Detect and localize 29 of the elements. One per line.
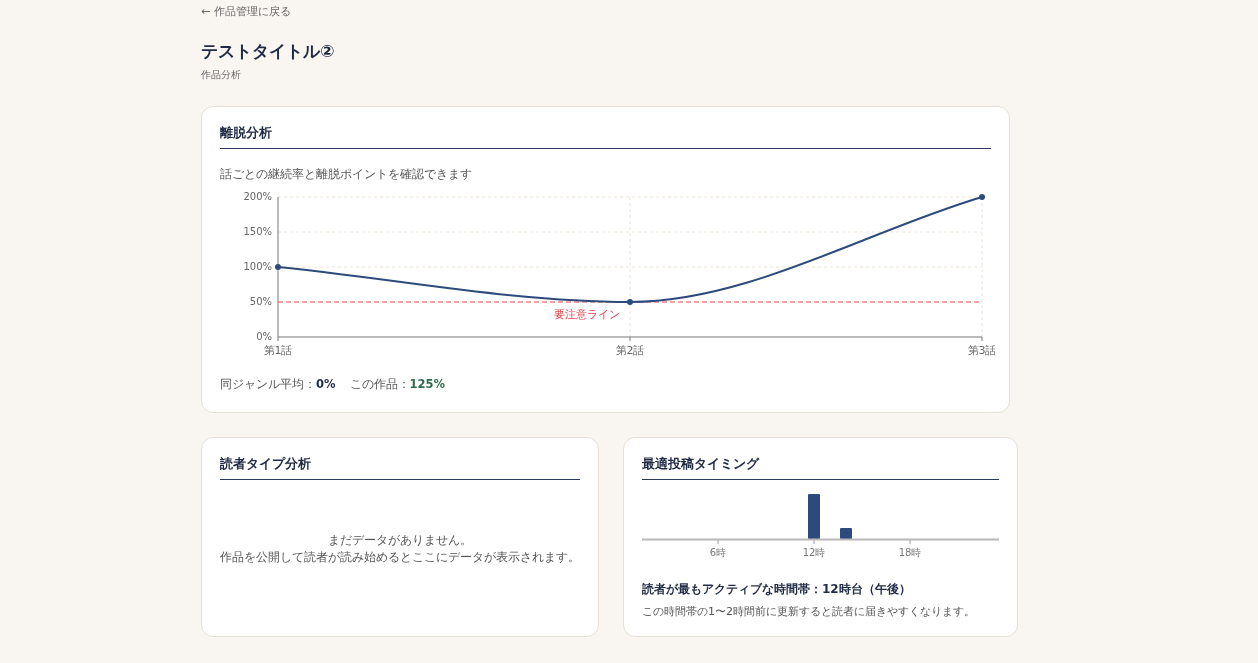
data-point <box>979 194 985 201</box>
bar <box>840 528 852 540</box>
card-heading: 読者タイプ分析 <box>220 455 580 481</box>
data-point <box>275 264 281 271</box>
posting-hint: この時間帯の1〜2時間前に更新すると読者に届きやすくなります。 <box>642 604 976 621</box>
empty-message: まだデータがありません。 <box>327 531 473 549</box>
y-tick-label: 100% <box>243 261 272 273</box>
stat-text: この作品：125% <box>349 377 446 392</box>
x-tick-label: 18時 <box>898 547 922 559</box>
empty-message: 作品を公開して読者が読み始めるとここにデータが表示されます。 <box>220 549 580 567</box>
y-tick-label: 200% <box>243 191 272 203</box>
card-description: 話ごとの継続率と離脱ポイントを確認できます <box>220 166 473 184</box>
bar <box>808 494 820 540</box>
x-tick-label: 第2話 <box>615 344 645 358</box>
page-subtitle: 作品分析 <box>201 67 242 82</box>
page-title: テストタイトル② <box>201 40 336 61</box>
threshold-label: 要注意ライン <box>554 308 620 322</box>
card-heading: 最適投稿タイミング <box>642 455 999 481</box>
data-point <box>627 299 633 306</box>
x-tick-label: 第1話 <box>263 344 293 358</box>
x-tick-label: 6時 <box>709 547 727 559</box>
y-tick-label: 0% <box>256 331 272 343</box>
y-tick-label: 50% <box>249 296 272 308</box>
card-heading: 離脱分析 <box>220 124 991 150</box>
x-tick-label: 12時 <box>802 547 826 559</box>
back-link[interactable]: ← 作品管理に戻る <box>201 4 291 21</box>
y-tick-label: 150% <box>243 226 272 238</box>
stat-text: 同ジャンル平均：0% <box>220 377 336 392</box>
active-time-summary: 読者が最もアクティブな時間帯：12時台（午後） <box>642 581 912 599</box>
